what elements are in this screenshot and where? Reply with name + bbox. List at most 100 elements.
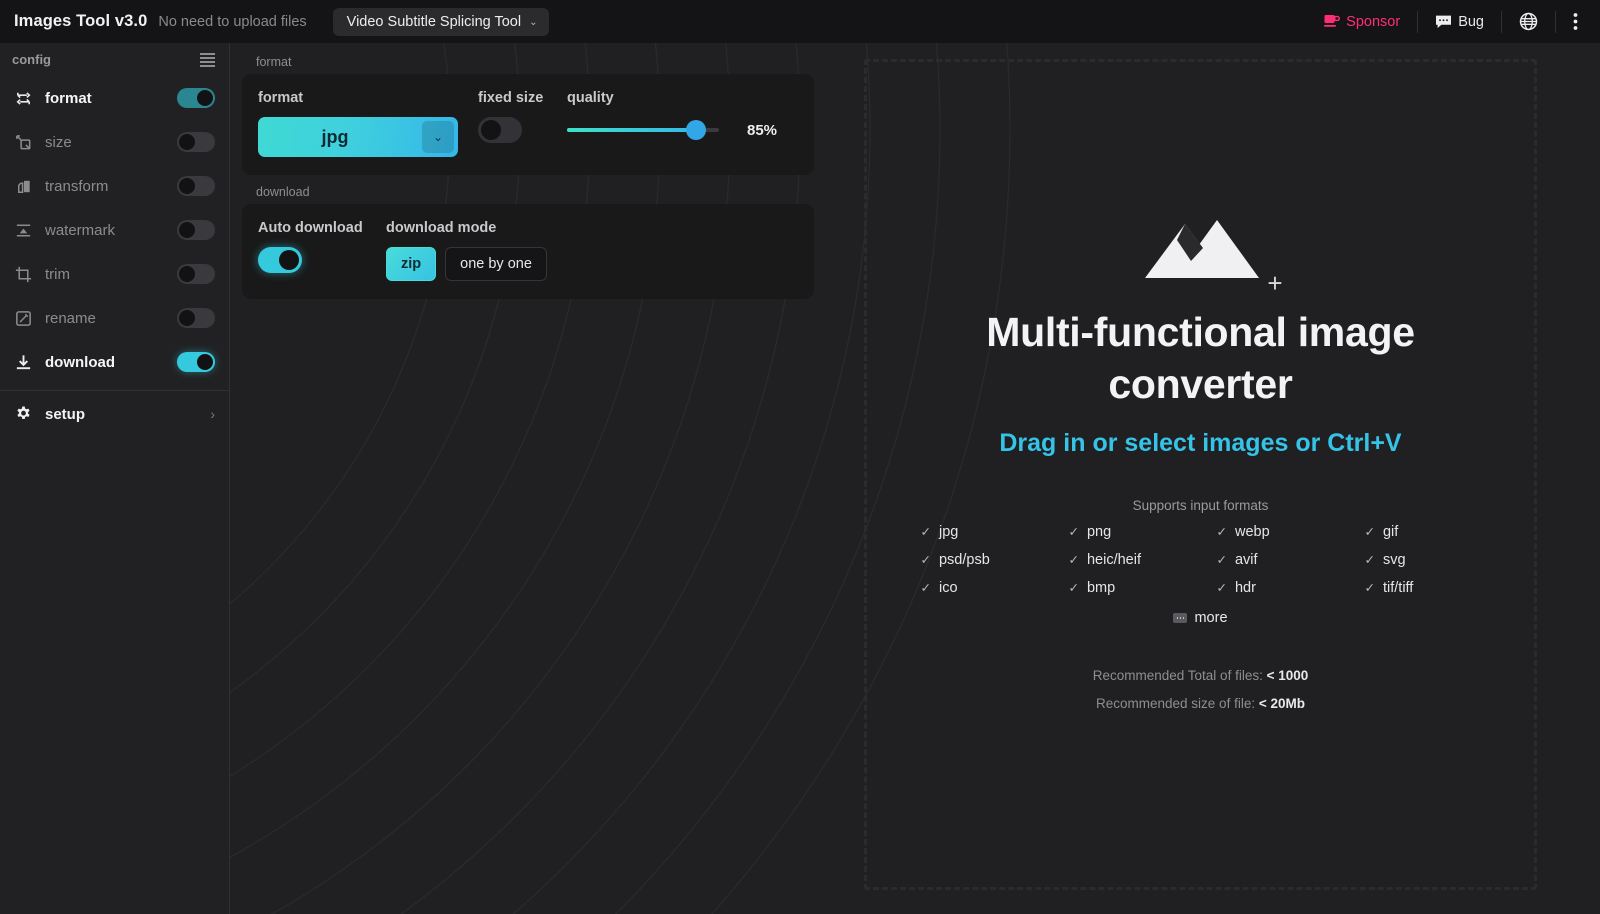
- quality-slider-fill: [567, 128, 697, 132]
- sidebar-item-format[interactable]: format: [0, 76, 229, 120]
- app-subtitle: No need to upload files: [158, 13, 307, 30]
- check-icon: ✓: [1364, 553, 1375, 568]
- toggle-fixed-size[interactable]: [478, 117, 522, 143]
- more-menu-button[interactable]: [1556, 11, 1584, 33]
- toggle-format[interactable]: [177, 88, 215, 108]
- sidebar-item-label: format: [45, 89, 92, 107]
- download-card: Auto download download mode zip one by o…: [242, 204, 814, 299]
- watermark-icon: [12, 219, 34, 241]
- quality-slider-thumb[interactable]: [686, 120, 707, 140]
- format-item: ✓ bmp: [1069, 580, 1217, 596]
- download-mode-zip[interactable]: zip: [386, 247, 437, 281]
- toggle-rename[interactable]: [177, 308, 215, 328]
- format-item: ✓ hdr: [1217, 580, 1365, 596]
- more-formats-button[interactable]: more: [1173, 610, 1228, 626]
- sidebar-item-trim[interactable]: trim: [0, 252, 229, 296]
- format-label: format: [258, 90, 304, 106]
- fixed-size-label: fixed size: [478, 90, 544, 106]
- plus-icon: +: [1267, 268, 1283, 298]
- quality-slider[interactable]: [567, 120, 719, 140]
- sidebar-item-size[interactable]: size: [0, 120, 229, 164]
- quality-value: 85%: [747, 121, 778, 139]
- convert-icon: [12, 87, 34, 109]
- format-item-label: gif: [1382, 523, 1399, 540]
- sidebar-item-label: rename: [45, 309, 96, 327]
- supported-formats-grid: ✓ jpg ✓ png ✓ webp ✓ gif ✓ psd/psb ✓ heic/heif…: [921, 524, 1481, 596]
- sidebar-item-transform[interactable]: transform: [0, 164, 229, 208]
- download-mode-one-by-one[interactable]: one by one: [445, 247, 547, 281]
- hamburger-icon[interactable]: [200, 52, 215, 67]
- download-mode-label: download mode: [386, 220, 497, 236]
- quality-slider-row: 85%: [567, 117, 798, 143]
- globe-icon: [1519, 12, 1538, 31]
- comment-icon: [1436, 15, 1452, 28]
- toggle-watermark[interactable]: [177, 220, 215, 240]
- crop-icon: [12, 263, 34, 285]
- auto-download-label: Auto download: [258, 220, 363, 236]
- sidebar-item-rename[interactable]: rename: [0, 296, 229, 340]
- bug-button[interactable]: Bug: [1418, 10, 1502, 33]
- sidebar-header: config: [0, 43, 229, 76]
- check-icon: ✓: [1216, 553, 1227, 568]
- tool-selector-label: Video Subtitle Splicing Tool: [346, 13, 522, 30]
- app-title: Images Tool v3.0: [14, 12, 148, 30]
- toggle-size[interactable]: [177, 132, 215, 152]
- format-card: format jpg ⌄ fixed size quality 85%: [242, 74, 814, 175]
- toggle-download[interactable]: [177, 352, 215, 372]
- check-icon: ✓: [920, 525, 931, 540]
- format-item: ✓ svg: [1365, 552, 1475, 568]
- sidebar-item-label: transform: [45, 177, 109, 195]
- rename-icon: [12, 307, 34, 329]
- format-item-label: jpg: [938, 523, 959, 540]
- toggle-transform[interactable]: [177, 176, 215, 196]
- recommend-files-prefix: Recommended Total of files:: [1092, 667, 1267, 683]
- resize-icon: [12, 131, 34, 153]
- app-root: Images Tool v3.0 No need to upload files…: [0, 0, 1600, 914]
- format-item-label: ico: [938, 579, 958, 596]
- toggle-auto-download[interactable]: [258, 247, 302, 273]
- format-group-title: format: [256, 55, 292, 69]
- drop-zone[interactable]: + Multi-functional image converter Drag …: [864, 59, 1537, 890]
- sidebar-item-watermark[interactable]: watermark: [0, 208, 229, 252]
- sidebar-item-download[interactable]: download: [0, 340, 229, 384]
- format-field: format jpg ⌄: [258, 90, 458, 157]
- format-item: ✓ webp: [1217, 524, 1365, 540]
- format-item-label: hdr: [1234, 579, 1256, 596]
- download-fields: Auto download download mode zip one by o…: [258, 220, 798, 281]
- format-item-label: webp: [1234, 523, 1270, 540]
- format-item: ✓ jpg: [921, 524, 1069, 540]
- format-item-label: heic/heif: [1086, 551, 1141, 568]
- supports-label: Supports input formats: [1132, 497, 1269, 513]
- format-item-label: avif: [1234, 551, 1258, 568]
- top-bar-actions: Sponsor Bug: [1307, 0, 1600, 43]
- sidebar-item-label: watermark: [45, 221, 116, 239]
- toggle-trim[interactable]: [177, 264, 215, 284]
- tool-selector[interactable]: Video Subtitle Splicing Tool ⌄: [332, 7, 550, 36]
- check-icon: ✓: [1216, 525, 1227, 540]
- mountain-image-icon: +: [1141, 220, 1283, 296]
- check-icon: ✓: [1216, 581, 1227, 596]
- format-item: ✓ heic/heif: [1069, 552, 1217, 568]
- check-icon: ✓: [920, 553, 931, 568]
- format-select-value: jpg: [321, 126, 349, 147]
- dropzone-subline: Drag in or select images or Ctrl+V: [999, 428, 1402, 457]
- chevron-right-icon: ›: [210, 406, 215, 422]
- sidebar-item-setup[interactable]: setup ›: [0, 391, 229, 437]
- check-icon: ✓: [1364, 581, 1375, 596]
- download-group-title: download: [256, 185, 310, 199]
- chevron-down-icon: ⌄: [422, 121, 454, 153]
- download-icon: [12, 351, 34, 373]
- sponsor-button[interactable]: Sponsor: [1307, 10, 1419, 33]
- sidebar-item-label: size: [45, 133, 72, 151]
- format-item-label: tif/tiff: [1382, 579, 1414, 596]
- quality-label: quality: [567, 90, 614, 106]
- sponsor-label: Sponsor: [1346, 13, 1401, 30]
- language-button[interactable]: [1502, 10, 1556, 33]
- recommend-files-value: < 1000: [1266, 667, 1309, 683]
- gear-icon: [12, 403, 34, 425]
- top-bar: Images Tool v3.0 No need to upload files…: [0, 0, 1600, 43]
- check-icon: ✓: [1068, 553, 1079, 568]
- format-item: ✓ avif: [1217, 552, 1365, 568]
- format-select[interactable]: jpg ⌄: [258, 117, 458, 157]
- dropzone-headline: Multi-functional image converter: [986, 309, 1415, 408]
